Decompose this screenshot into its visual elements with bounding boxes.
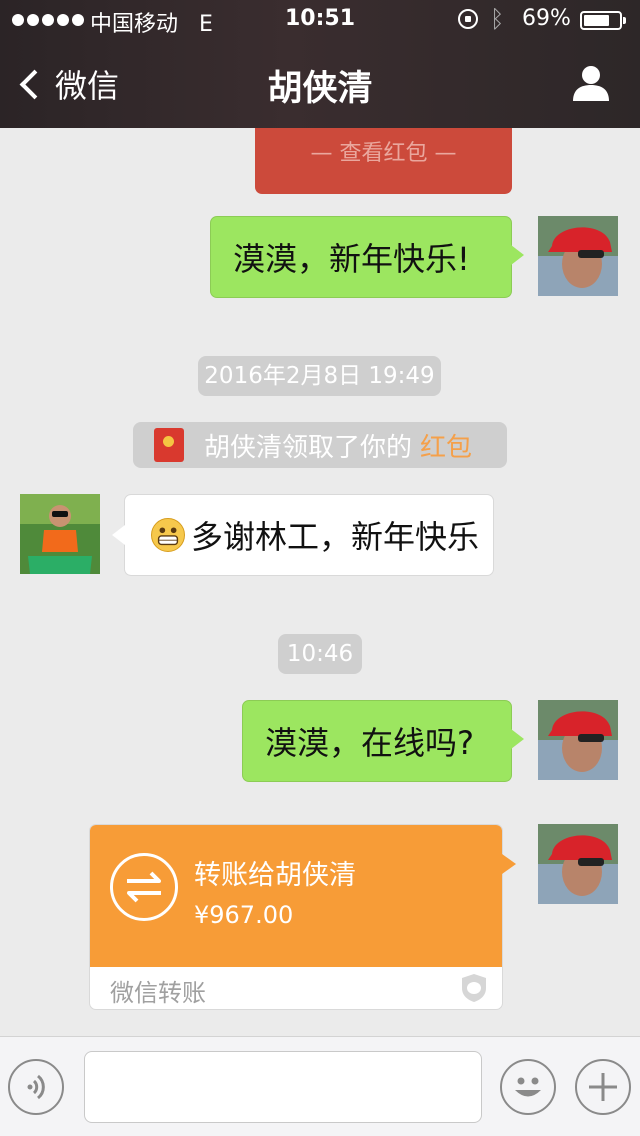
wechat-shield-icon (462, 974, 486, 1002)
my-avatar[interactable] (538, 824, 618, 904)
transfer-card[interactable]: 转账给胡侠清 ¥967.00 微信转账 (89, 824, 503, 1010)
transfer-header: 转账给胡侠清 ¥967.00 (90, 825, 502, 967)
redpacket-message[interactable]: — 查看红包 — (255, 128, 512, 194)
message-input[interactable] (84, 1051, 482, 1123)
outgoing-message[interactable]: 漠漠，在线吗? (242, 700, 524, 782)
message-text: 漠漠，新年快乐! (233, 240, 470, 278)
timestamp: 2016年2月8日 19:49 (198, 356, 441, 396)
navigation-bar: 微信 胡侠清 (0, 40, 640, 128)
battery-percentage: 69% (522, 6, 571, 31)
timestamp-text: 2016年2月8日 19:49 (204, 363, 435, 389)
redpacket-icon (154, 428, 184, 462)
timestamp-text: 10:46 (286, 641, 354, 667)
my-avatar[interactable] (538, 700, 618, 780)
outgoing-message[interactable]: 漠漠，新年快乐! (210, 216, 524, 298)
incoming-message[interactable]: 多谢林工，新年快乐 (112, 494, 494, 576)
plus-icon[interactable] (575, 1059, 631, 1115)
timestamp: 10:46 (278, 634, 362, 674)
message-text: 多谢林工，新年快乐 (191, 518, 480, 556)
rotation-lock-icon (458, 9, 478, 29)
contact-avatar[interactable] (20, 494, 100, 574)
input-bar (0, 1036, 640, 1136)
top-bar: 中国移动 E 10:51 ᛒ 69% 微信 胡侠清 (0, 0, 640, 128)
view-redpacket-label: — 查看红包 — (310, 141, 457, 166)
redpacket-link[interactable]: 红包 (420, 427, 472, 464)
transfer-label: 微信转账 (110, 979, 206, 1007)
system-notice: 胡侠清领取了你的 红包 (133, 422, 507, 468)
battery-icon (580, 11, 626, 30)
bluetooth-icon: ᛒ (490, 5, 505, 33)
transfer-title: 转账给胡侠清 (194, 860, 356, 891)
chat-area[interactable]: — 查看红包 — 漠漠，新年快乐! 2016年2月8日 19:49 胡侠清领取了… (0, 128, 640, 1036)
system-notice-text: 胡侠清领取了你的 (204, 432, 413, 463)
transfer-amount: ¥967.00 (194, 901, 294, 929)
grinning-emoji-icon (151, 518, 185, 552)
message-text: 漠漠，在线吗? (265, 724, 474, 762)
transfer-arrows-icon (110, 853, 178, 921)
chat-title: 胡侠清 (267, 69, 373, 109)
transfer-bubble-tail (502, 854, 516, 874)
status-bar: 中国移动 E 10:51 ᛒ 69% (0, 0, 640, 40)
my-avatar[interactable] (538, 216, 618, 296)
profile-icon[interactable] (572, 64, 610, 102)
voice-icon[interactable] (8, 1059, 64, 1115)
emoji-icon[interactable] (500, 1059, 556, 1115)
